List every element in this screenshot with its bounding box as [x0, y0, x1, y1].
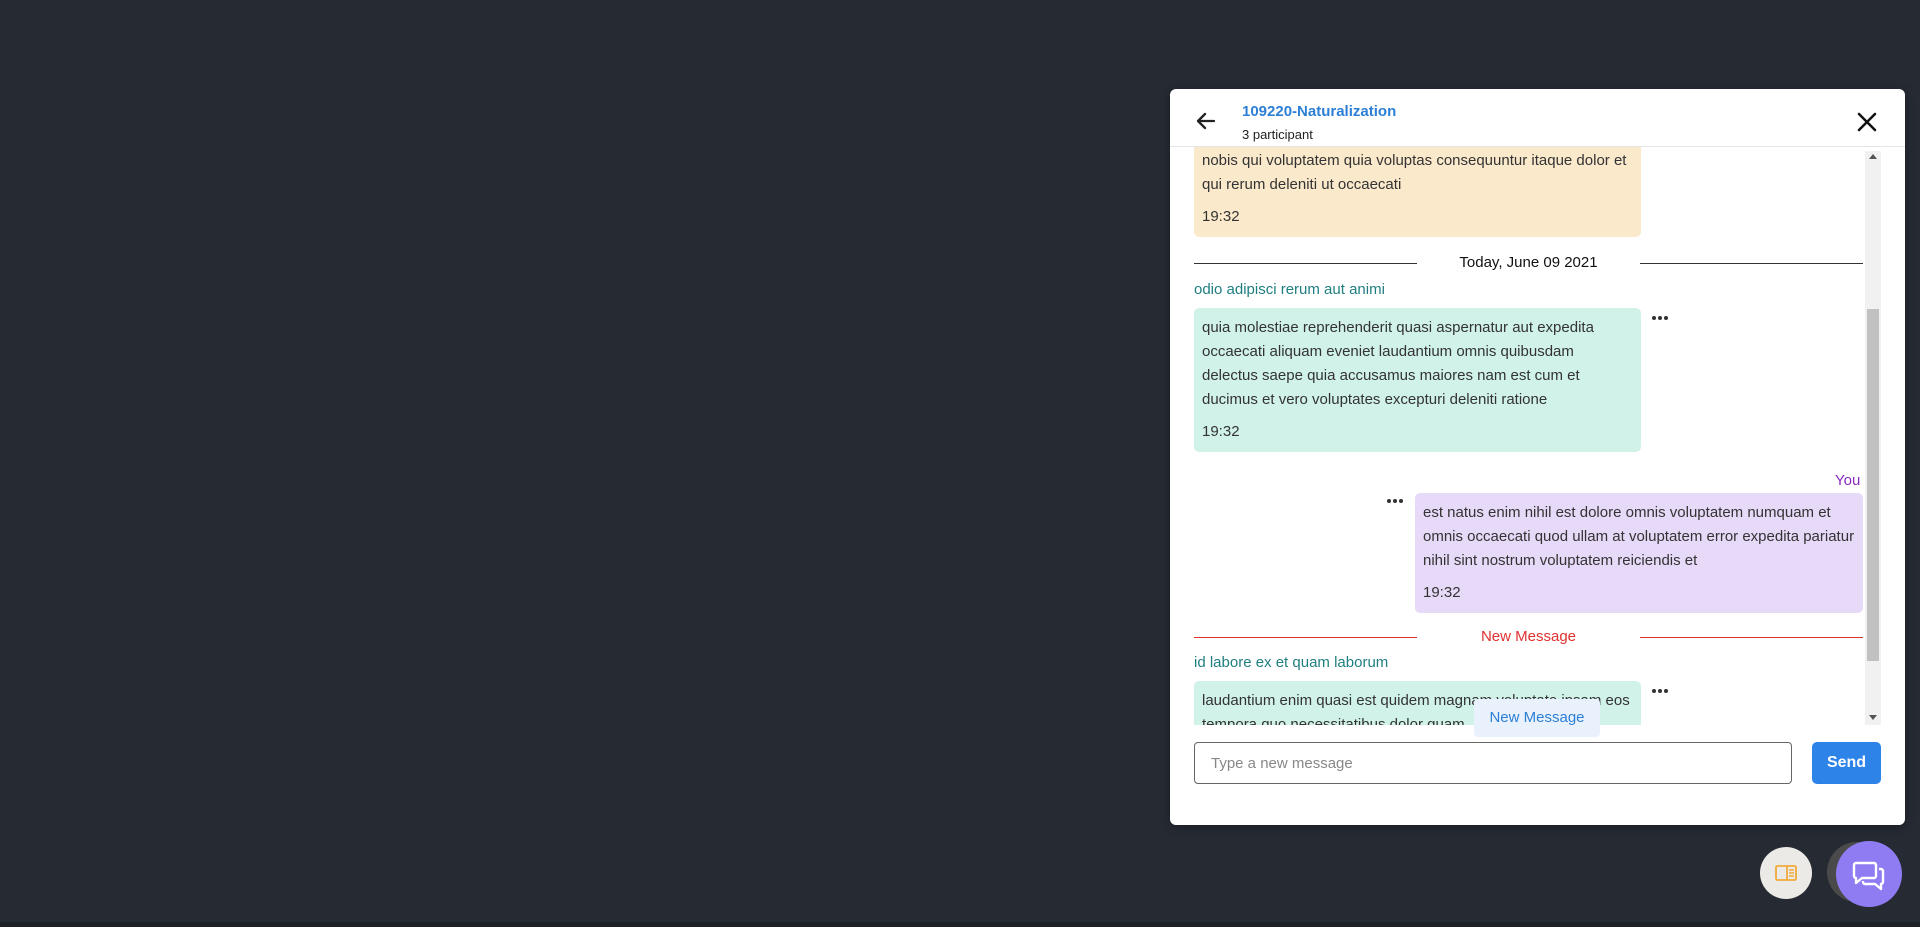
- message-bubble: quia molestiae reprehenderit quasi asper…: [1194, 308, 1641, 452]
- chat-header: 109220-Naturalization 3 participant: [1170, 89, 1905, 147]
- message-bubble: est natus enim nihil est dolore omnis vo…: [1415, 493, 1863, 613]
- message-list[interactable]: nobis qui voluptatem quia voluptas conse…: [1170, 147, 1905, 725]
- sender-name: odio adipisci rerum aut animi: [1194, 281, 1385, 298]
- panel-toggle-button[interactable]: [1760, 847, 1812, 899]
- date-divider: Today, June 09 2021: [1459, 254, 1598, 271]
- composer: Send: [1170, 725, 1905, 825]
- scroll-thumb[interactable]: [1867, 309, 1879, 661]
- new-message-line-left: [1194, 637, 1417, 638]
- sender-name: id labore ex et quam laborum: [1194, 654, 1389, 671]
- close-icon[interactable]: [1856, 111, 1878, 133]
- message-bubble: nobis qui voluptatem quia voluptas conse…: [1194, 147, 1641, 237]
- message-time: 19:32: [1202, 423, 1240, 440]
- bottom-strip: [0, 922, 1920, 927]
- arrow-left-icon[interactable]: [1194, 109, 1218, 133]
- participant-count: 3 participant: [1242, 127, 1313, 142]
- new-message-line-right: [1640, 637, 1863, 638]
- message-text: est natus enim nihil est dolore omnis vo…: [1423, 504, 1855, 569]
- message-input[interactable]: [1194, 742, 1792, 784]
- chat-bubbles-icon: [1852, 861, 1885, 891]
- message-text: nobis qui voluptatem quia voluptas conse…: [1202, 152, 1627, 193]
- more-dots-icon[interactable]: [1652, 687, 1670, 695]
- message-time: 19:32: [1202, 208, 1240, 225]
- send-button[interactable]: Send: [1812, 742, 1881, 784]
- panel-toggle-icon: [1775, 865, 1797, 881]
- scroll-down-icon[interactable]: [1869, 715, 1877, 720]
- more-dots-icon[interactable]: [1652, 314, 1670, 322]
- scroll-up-icon[interactable]: [1869, 154, 1877, 159]
- more-dots-icon[interactable]: [1387, 497, 1405, 505]
- message-scrollbar[interactable]: [1865, 151, 1881, 725]
- chat-panel: 109220-Naturalization 3 participant nobi…: [1170, 89, 1905, 825]
- message-text: quia molestiae reprehenderit quasi asper…: [1202, 319, 1594, 408]
- sender-you: You: [1835, 472, 1861, 489]
- date-divider-line-right: [1640, 263, 1863, 264]
- message-time: 19:32: [1423, 584, 1461, 601]
- chat-toggle-button[interactable]: [1836, 841, 1902, 907]
- chat-title[interactable]: 109220-Naturalization: [1242, 103, 1396, 120]
- date-divider-line-left: [1194, 263, 1417, 264]
- new-message-divider: New Message: [1480, 628, 1577, 645]
